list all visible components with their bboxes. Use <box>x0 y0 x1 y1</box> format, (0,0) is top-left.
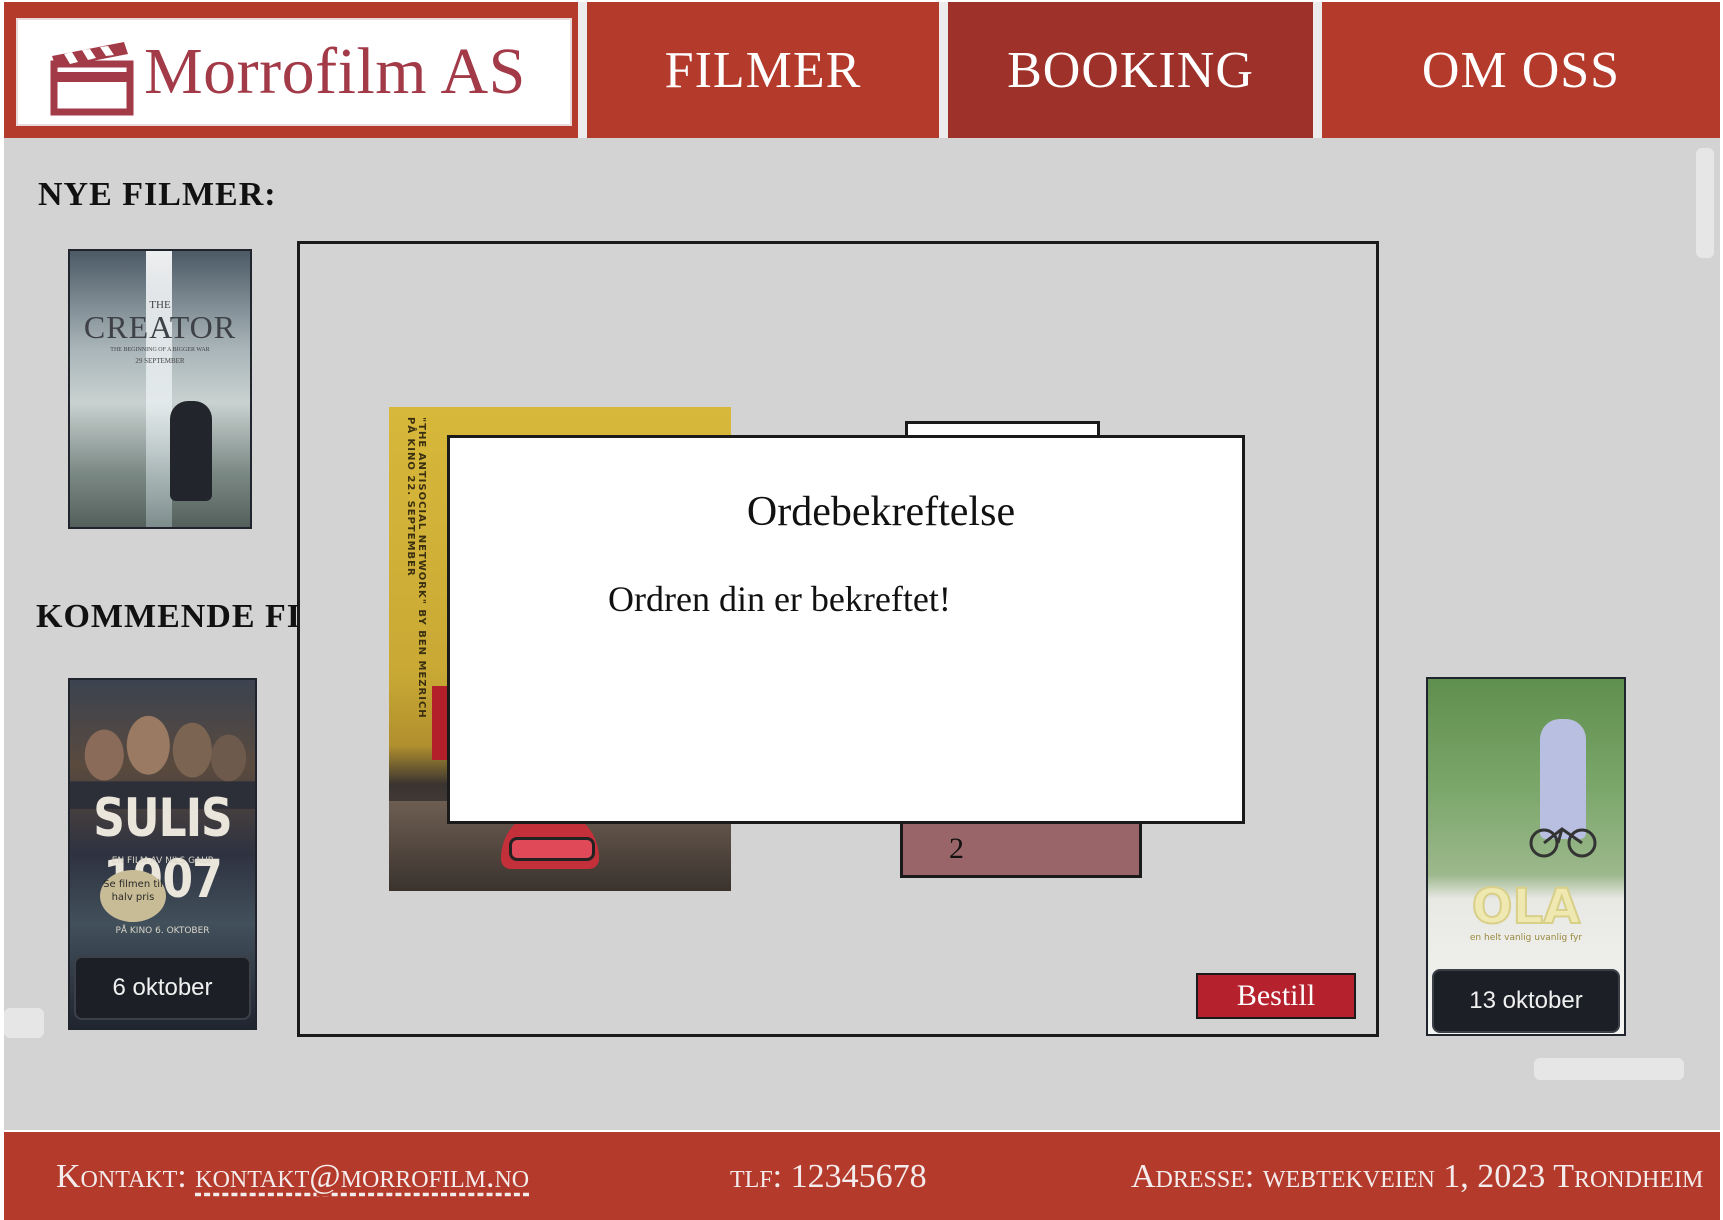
poster-release-date: PÅ KINO 6. OKTOBER <box>115 926 210 936</box>
decorative-edge <box>1696 148 1714 258</box>
poster-title: CREATOR <box>83 309 237 345</box>
site-footer: Kontakt: kontakt@morrofilm.no tlf: 12345… <box>4 1132 1720 1220</box>
poster-the-creator[interactable]: THE CREATOR THE BEGINNING OF A BIGGER WA… <box>68 249 252 529</box>
poster-sulis-1907[interactable]: SULIS 1907 EN FILM AV NILS GAUP Se filme… <box>68 678 257 1030</box>
address-info: Adresse: webtekveien 1, 2023 Trondheim <box>1131 1158 1704 1195</box>
contact-info: Kontakt: kontakt@morrofilm.no <box>56 1158 529 1196</box>
decorative-edge <box>1534 1058 1684 1080</box>
poster-figure <box>170 401 212 501</box>
contact-email-link[interactable]: kontakt@morrofilm.no <box>195 1158 529 1195</box>
nav-filmer[interactable]: FILMER <box>587 2 939 138</box>
brand-name: Morrofilm AS <box>144 35 526 108</box>
poster-director: EN FILM AV NILS GAUP <box>111 856 214 866</box>
dialog-message: Ordren din er bekreftet! <box>608 579 951 619</box>
dialog-title: Ordebekreftelse <box>746 489 1016 535</box>
poster-tagline: THE BEGINNING OF A BIGGER WAR <box>110 347 210 353</box>
order-confirmation-dialog: Ordebekreftelse Ordren din er bekreftet! <box>447 435 1245 824</box>
poster-spine-text: "THE ANTISOCIAL NETWORK" BY BEN MEZRICH … <box>405 417 427 719</box>
bicycle-icon <box>1529 827 1597 858</box>
clapperboard-icon <box>50 42 134 116</box>
upcoming-movies-heading: KOMMENDE FIL <box>36 598 325 635</box>
new-movies-heading: NYE FILMER: <box>38 176 277 213</box>
phone-info: tlf: 12345678 <box>730 1158 927 1195</box>
nav-divider <box>939 2 948 138</box>
nav-booking[interactable]: BOOKING <box>948 2 1313 138</box>
nav-divider <box>1313 2 1322 138</box>
poster-tagline: en helt vanlig uvanlig fyr <box>1469 933 1583 943</box>
poster-ola[interactable]: OLA en helt vanlig uvanlig fyr 13 oktobe… <box>1426 677 1626 1036</box>
ticket-quantity-field[interactable]: 2 <box>900 820 1142 878</box>
release-date-label: 6 oktober <box>74 956 251 1020</box>
poster-release-date: 29 SEPTEMBER <box>135 357 185 365</box>
half-price-badge: Se filmen til halv pris <box>100 870 166 922</box>
poster-light-beam <box>146 251 172 527</box>
poster-goggles <box>509 837 595 861</box>
release-date-label: 13 oktober <box>1432 969 1620 1033</box>
nav-om-oss[interactable]: OM OSS <box>1322 2 1720 138</box>
logo[interactable]: Morrofilm AS <box>16 18 572 126</box>
site-header: Morrofilm AS FILMER BOOKING OM OSS <box>4 2 1720 138</box>
page: Morrofilm AS FILMER BOOKING OM OSS NYE F… <box>0 0 1723 1220</box>
decorative-edge <box>4 1008 44 1038</box>
contact-label: Kontakt: <box>56 1158 187 1195</box>
order-button[interactable]: Bestill <box>1196 973 1356 1019</box>
poster-title: OLA <box>1471 878 1582 936</box>
nav-divider <box>578 2 587 138</box>
